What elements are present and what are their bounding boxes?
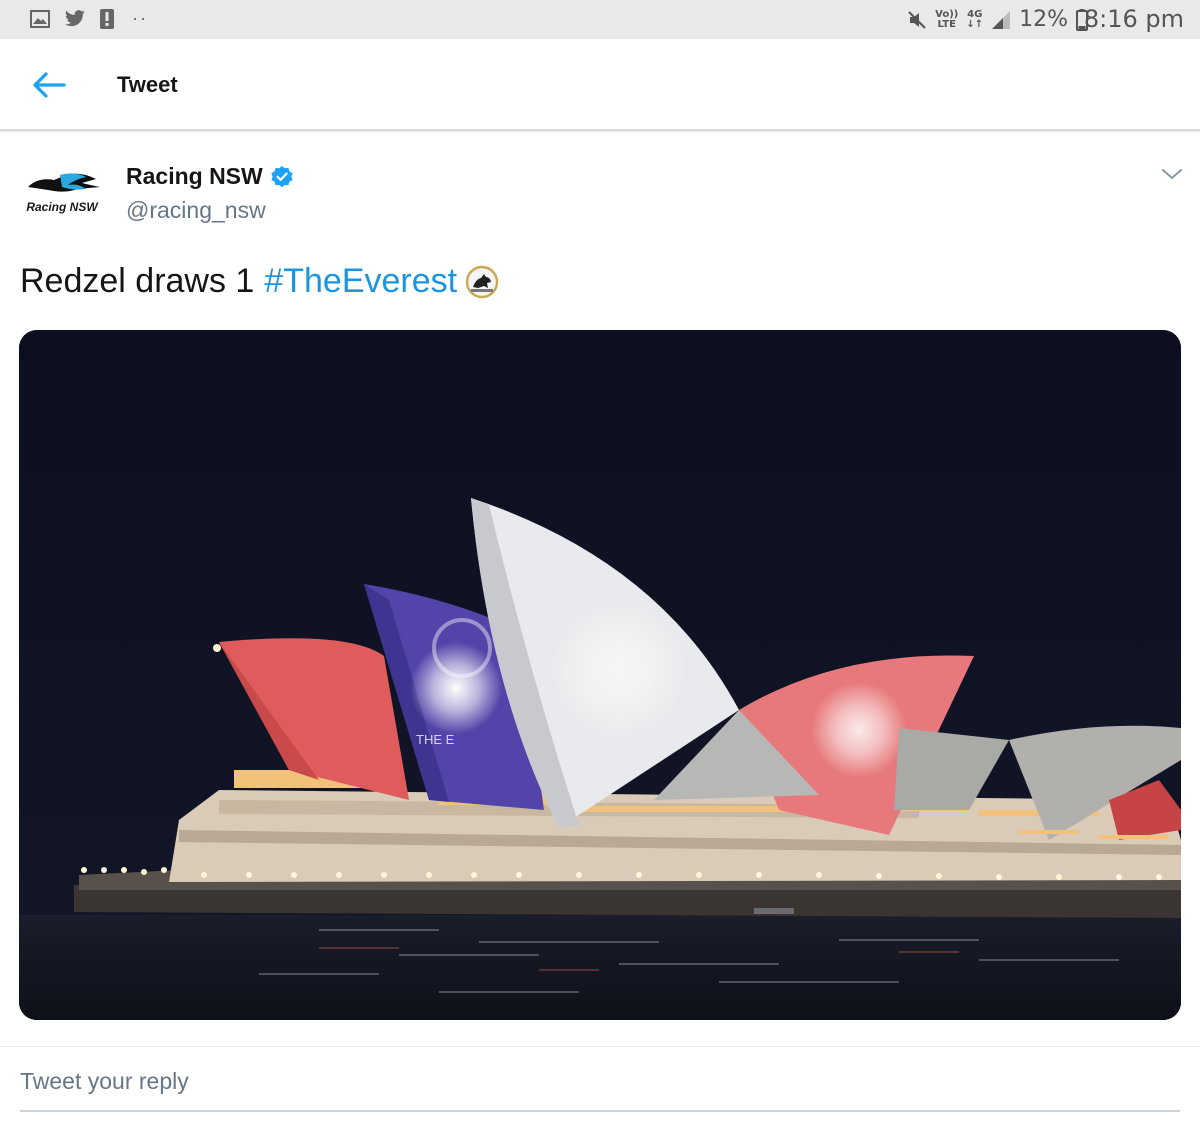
author-avatar[interactable]: Racing NSW: [20, 167, 104, 217]
page-title: Tweet: [117, 72, 178, 97]
network-label: 4G: [967, 8, 983, 20]
tweet-media-photo[interactable]: THE E: [19, 330, 1181, 1020]
tweet-text: Redzel draws 1 #TheEverest: [20, 262, 499, 301]
author-name[interactable]: Racing NSW: [126, 163, 263, 190]
avatar-text: Racing NSW: [26, 200, 99, 214]
volte-indicator: Vo)) LTE: [935, 8, 959, 30]
twitter-bird-icon: [65, 9, 85, 26]
reply-input[interactable]: [20, 1066, 1180, 1112]
hashtag-link[interactable]: #TheEverest: [264, 262, 457, 301]
the-everest-emoji-icon: [465, 265, 499, 298]
battery-percent: 12%: [1019, 7, 1068, 32]
reply-divider: [0, 1046, 1200, 1047]
author-handle[interactable]: @racing_nsw: [126, 197, 266, 224]
image-icon: [30, 9, 50, 28]
mute-icon: [908, 10, 926, 29]
back-arrow-icon[interactable]: [28, 65, 68, 105]
volte-top-label: Vo)): [935, 8, 959, 20]
more-notifications-dots: ··: [132, 8, 148, 28]
tweet-body: Redzel draws 1: [20, 262, 255, 300]
status-time: 8:16 pm: [1083, 5, 1184, 33]
app-header: Tweet: [0, 39, 1200, 131]
verified-badge-icon: [271, 166, 293, 188]
status-bar: ·· Vo)) LTE 4G ↓↑ 12% 8:16 pm: [0, 0, 1200, 39]
opera-house-photo: THE E: [19, 330, 1181, 1020]
data-arrows-icon: ↓↑: [966, 18, 984, 30]
signal-icon: [992, 10, 1011, 29]
chevron-down-icon[interactable]: [1160, 164, 1184, 184]
status-bar-left: ··: [30, 8, 148, 29]
projection-text: THE E: [416, 732, 455, 747]
alert-icon: [100, 8, 114, 29]
network-indicator: 4G ↓↑: [966, 8, 984, 30]
volte-bottom-label: LTE: [937, 18, 956, 30]
status-bar-right: Vo)) LTE 4G ↓↑ 12%: [907, 4, 1088, 35]
